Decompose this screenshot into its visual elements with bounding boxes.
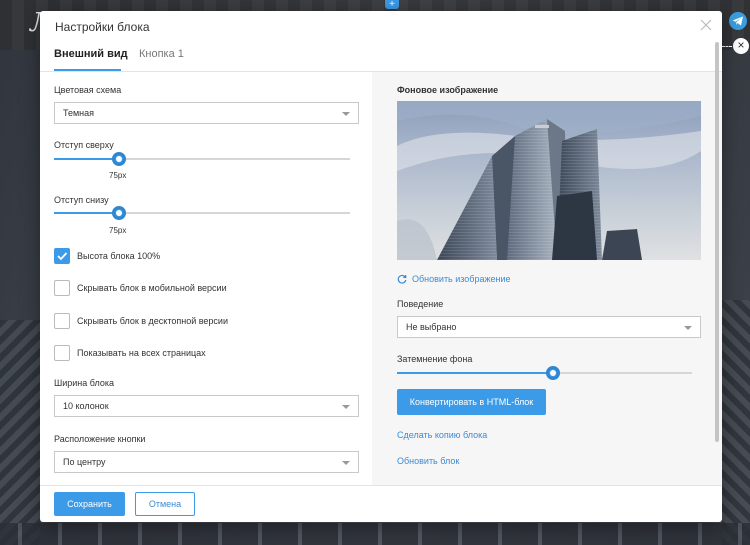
show-all-pages-label: Показывать на всех страницах <box>77 348 206 358</box>
tab-button-1[interactable]: Кнопка 1 <box>139 48 184 60</box>
padding-bottom-label: Отступ снизу <box>54 195 109 205</box>
refresh-icon <box>397 274 407 284</box>
add-block-plus-icon[interactable]: + <box>385 0 399 10</box>
padding-top-slider[interactable] <box>54 152 350 166</box>
telegram-icon[interactable] <box>729 12 747 30</box>
chevron-down-icon <box>684 326 692 330</box>
button-position-label: Расположение кнопки <box>54 434 146 444</box>
padding-top-label: Отступ сверху <box>54 140 114 150</box>
block-width-value: 10 колонок <box>63 401 109 411</box>
hide-desktop-checkbox[interactable] <box>54 313 70 329</box>
footer-divider <box>40 485 722 486</box>
button-position-value: По центру <box>63 457 106 467</box>
behavior-label: Поведение <box>397 299 444 309</box>
darkening-slider[interactable] <box>397 366 692 380</box>
full-height-checkbox[interactable] <box>54 248 70 264</box>
chevron-down-icon <box>342 112 350 116</box>
checkmark-icon <box>57 252 68 261</box>
close-icon[interactable] <box>698 17 714 33</box>
background-building-base <box>0 523 750 545</box>
dashed-connector <box>722 46 732 47</box>
tab-appearance[interactable]: Внешний вид <box>54 48 128 60</box>
color-scheme-label: Цветовая схема <box>54 85 122 95</box>
slider-fill <box>54 212 120 214</box>
slider-handle[interactable] <box>112 152 127 166</box>
darkening-label: Затемнение фона <box>397 354 473 364</box>
padding-bottom-value: 75px <box>109 226 127 235</box>
side-close-icon[interactable]: × <box>733 38 749 54</box>
color-scheme-select[interactable]: Темная <box>54 102 359 124</box>
hide-mobile-label: Скрывать блок в мобильной версии <box>77 283 227 293</box>
convert-html-button[interactable]: Конвертировать в HTML-блок <box>397 389 546 415</box>
padding-bottom-slider[interactable] <box>54 206 350 220</box>
show-all-pages-checkbox[interactable] <box>54 345 70 361</box>
hide-mobile-checkbox[interactable] <box>54 280 70 296</box>
hide-desktop-label: Скрывать блок в десктопной версии <box>77 316 228 326</box>
chevron-down-icon <box>342 405 350 409</box>
block-settings-modal: Настройки блока Внешний вид Кнопка 1 Цве… <box>40 11 722 522</box>
color-scheme-value: Темная <box>63 108 95 118</box>
slider-handle[interactable] <box>546 366 561 380</box>
save-button[interactable]: Сохранить <box>54 492 125 516</box>
padding-top-value: 75px <box>109 171 127 180</box>
bg-image-label: Фоновое изображение <box>397 85 499 95</box>
background-building <box>0 320 40 545</box>
slider-handle[interactable] <box>112 206 127 220</box>
behavior-value: Не выбрано <box>406 322 457 332</box>
scrollbar-thumb[interactable] <box>715 42 719 442</box>
block-width-select[interactable]: 10 колонок <box>54 395 359 417</box>
chevron-down-icon <box>342 461 350 465</box>
behavior-select[interactable]: Не выбрано <box>397 316 701 338</box>
copy-block-link[interactable]: Сделать копию блока <box>397 430 487 440</box>
slider-fill <box>54 158 120 160</box>
full-height-label: Высота блока 100% <box>77 251 161 261</box>
background-building <box>722 300 750 545</box>
modal-title: Настройки блока <box>55 20 150 34</box>
slider-fill <box>397 372 554 374</box>
button-position-select[interactable]: По центру <box>54 451 359 473</box>
cancel-button[interactable]: Отмена <box>135 492 195 516</box>
refresh-block-link[interactable]: Обновить блок <box>397 456 459 466</box>
background-image-preview[interactable] <box>397 101 701 260</box>
block-width-label: Ширина блока <box>54 378 115 388</box>
update-image-label: Обновить изображение <box>412 274 511 284</box>
